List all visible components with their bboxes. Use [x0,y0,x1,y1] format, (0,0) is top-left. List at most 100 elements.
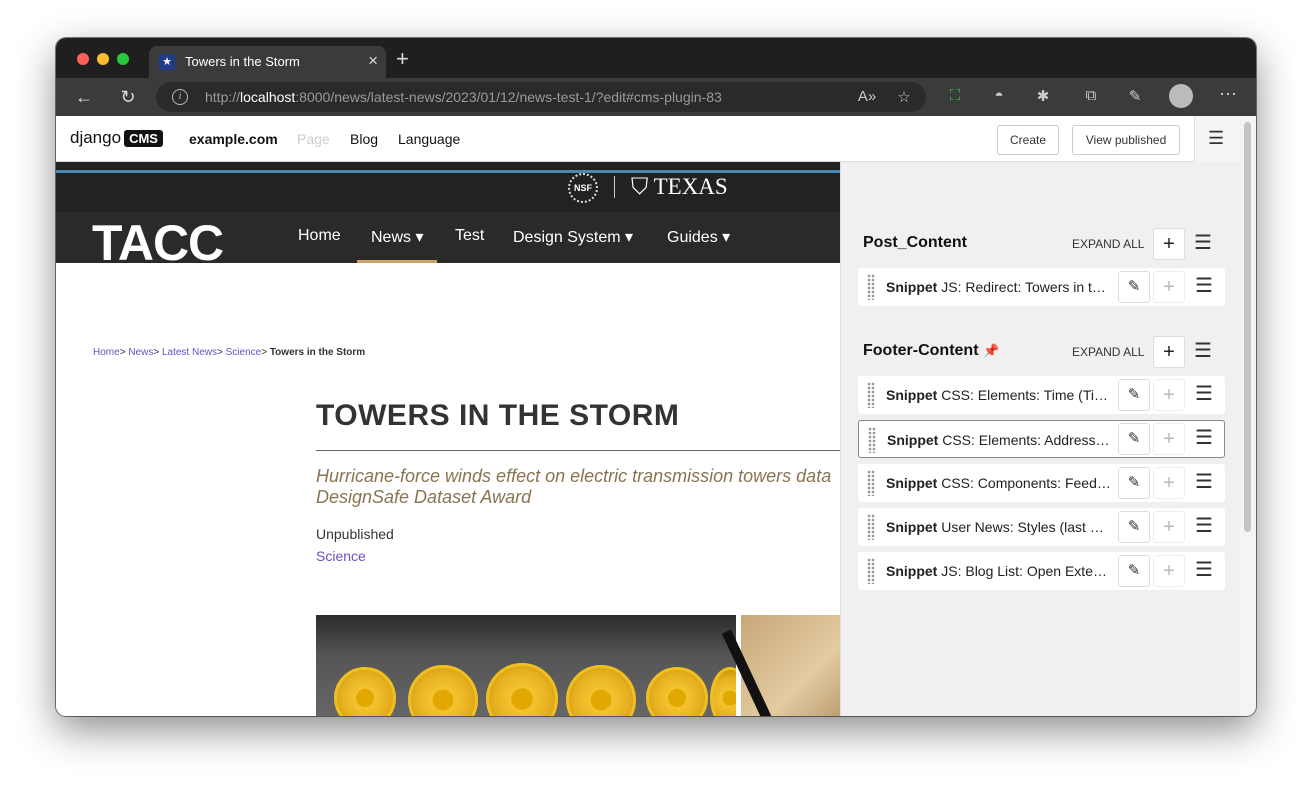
breadcrumb-home[interactable]: Home [93,347,120,358]
add-child-plus-icon[interactable]: + [1153,271,1185,303]
plugin-row[interactable]: Snippet JS: Blog List: Open External Lin… [858,552,1225,590]
nav-home[interactable]: Home [298,227,341,245]
category-link[interactable]: Science [316,548,366,564]
reload-button[interactable]: ↻ [115,84,141,110]
edit-pencil-icon[interactable]: ✎ [1118,423,1150,455]
add-plugin-button[interactable]: + [1153,228,1185,260]
fan-shape [646,667,708,716]
row-menu-icon[interactable]: ☰ [1188,555,1220,587]
close-window-button[interactable] [77,53,89,65]
drag-handle-icon[interactable] [867,470,875,496]
row-menu-icon[interactable]: ☰ [1188,511,1220,543]
maximize-window-button[interactable] [117,53,129,65]
plugin-row[interactable]: Snippet CSS: Elements: Time (Time Format… [858,376,1225,414]
create-button[interactable]: Create [997,125,1059,155]
section-menu-icon[interactable]: ☰ [1187,228,1219,260]
read-aloud-icon[interactable]: A» [856,88,878,105]
nav-design-system[interactable]: Design System ▾ [513,227,633,247]
nav-test[interactable]: Test [455,227,484,245]
tower-image [721,615,840,716]
page-menu[interactable]: Page [297,131,330,147]
expand-all-button[interactable]: EXPAND ALL [1072,345,1144,359]
tab-bar: ★ Towers in the Storm × + [56,38,1256,78]
url-text[interactable]: http://localhost:8000/news/latest-news/2… [205,89,722,105]
new-tab-button[interactable]: + [396,46,409,72]
close-tab-icon[interactable]: × [368,51,378,71]
breadcrumb: Home> News> Latest News> Science> Towers… [93,347,366,358]
row-menu-icon[interactable]: ☰ [1188,423,1220,455]
star-icon: ★ [159,54,175,70]
structure-panel: Post_Content EXPAND ALL + ☰ Snippet JS: … [840,162,1240,716]
plugin-row[interactable]: Snippet User News: Styles (last updated)… [858,508,1225,546]
plugin-label: Snippet CSS: Components: Feed (Fixes) [886,475,1111,491]
drag-handle-icon[interactable] [868,427,876,453]
nsf-logo[interactable]: NSF [568,173,598,203]
wind-fans-image [316,615,736,716]
nav-guides[interactable]: Guides ▾ [667,227,730,247]
section-menu-icon[interactable]: ☰ [1187,336,1219,368]
screenshot-icon[interactable]: ⛶ [944,87,966,104]
row-menu-icon[interactable]: ☰ [1188,379,1220,411]
site-menu[interactable]: example.com [189,131,278,147]
scrollbar[interactable] [1240,116,1256,716]
fan-shape [408,665,478,716]
django-cms-logo[interactable]: django CMS [70,128,163,148]
add-child-plus-icon[interactable]: + [1153,423,1185,455]
expand-all-button[interactable]: EXPAND ALL [1072,237,1144,251]
structure-mode-toggle[interactable]: ☰ [1194,116,1240,162]
drag-handle-icon[interactable] [867,382,875,408]
fan-shape [566,665,636,716]
row-menu-icon[interactable]: ☰ [1188,271,1220,303]
cms-toolbar: django CMS example.com Page Blog Language… [56,116,1256,162]
tacc-logo[interactable]: TACC [92,214,224,272]
info-icon[interactable]: i [172,89,188,105]
minimize-window-button[interactable] [97,53,109,65]
structure-icon: ☰ [1208,128,1225,148]
extensions-puzzle-icon[interactable]: ✱ [1032,87,1054,105]
row-menu-icon[interactable]: ☰ [1188,467,1220,499]
view-published-button[interactable]: View published [1072,125,1180,155]
edit-pencil-icon[interactable]: ✎ [1118,379,1150,411]
more-menu-icon[interactable]: ⋯ [1217,84,1239,105]
add-plugin-button[interactable]: + [1153,336,1185,368]
status-text: Unpublished [316,526,394,542]
breadcrumb-latest-news[interactable]: Latest News [162,347,217,358]
drag-handle-icon[interactable] [867,558,875,584]
plugin-row[interactable]: Snippet CSS: Components: Feed (Fixes) ✎ … [858,464,1225,502]
texas-logo[interactable]: ⛉ TEXAS [631,174,728,200]
browser-toolbar: ← ↻ i http://localhost:8000/news/latest-… [56,78,1256,116]
favorite-star-icon[interactable]: ☆ [893,88,915,106]
breadcrumb-science[interactable]: Science [226,347,262,358]
extension-glasses-icon[interactable]: ◓ [988,87,1010,104]
blog-menu[interactable]: Blog [350,131,378,147]
add-child-plus-icon[interactable]: + [1153,555,1185,587]
top-strip: NSF ⛉ TEXAS [56,162,840,212]
plugin-label: Snippet CSS: Elements: Time (Time Format… [886,387,1111,403]
edit-pencil-icon[interactable]: ✎ [1118,555,1150,587]
drag-handle-icon[interactable] [867,274,875,300]
edit-pencil-icon[interactable]: ✎ [1118,271,1150,303]
plugin-label: Snippet JS: Redirect: Towers in the Stor… [886,279,1111,295]
section-footer-content-title: Footer-Content 📌 [863,342,1000,359]
main-nav: TACC Home News ▾ Test Design System ▾ Gu… [56,212,840,271]
add-child-plus-icon[interactable]: + [1153,511,1185,543]
pin-icon: 📌 [982,343,1000,358]
collections-icon[interactable]: ⧉ [1080,87,1102,104]
plugin-row-selected[interactable]: Snippet CSS: Elements: Address (Fixes) ✎… [858,420,1225,458]
drag-handle-icon[interactable] [867,514,875,540]
add-child-plus-icon[interactable]: + [1153,467,1185,499]
scrollbar-thumb[interactable] [1244,122,1251,532]
fan-shape [334,667,396,716]
language-menu[interactable]: Language [398,131,460,147]
address-bar[interactable]: i http://localhost:8000/news/latest-news… [156,82,926,112]
breadcrumb-news[interactable]: News [128,347,153,358]
browser-tab[interactable]: ★ Towers in the Storm × [149,46,386,78]
add-child-plus-icon[interactable]: + [1153,379,1185,411]
plugin-row[interactable]: Snippet JS: Redirect: Towers in the Stor… [858,268,1225,306]
profile-avatar[interactable] [1169,84,1193,108]
nav-news[interactable]: News ▾ [357,227,438,263]
edit-pencil-icon[interactable]: ✎ [1118,467,1150,499]
edit-pencil-icon[interactable]: ✎ [1118,511,1150,543]
performance-icon[interactable]: ✎ [1124,87,1146,105]
back-button[interactable]: ← [71,84,97,110]
